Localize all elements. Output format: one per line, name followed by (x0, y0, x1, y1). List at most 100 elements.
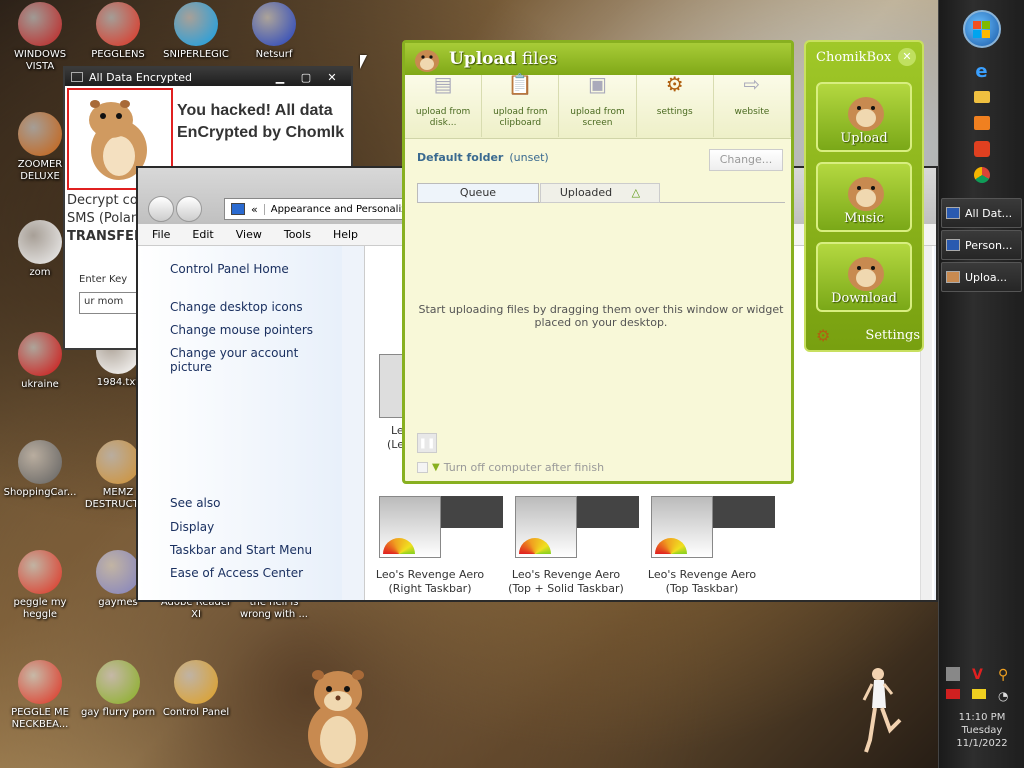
ransom-titlebar[interactable]: All Data Encrypted ▁ ▢ ✕ (65, 68, 351, 86)
menu-tools[interactable]: Tools (284, 228, 311, 241)
screen-upload-icon: ▣ (588, 72, 607, 96)
see-also-link[interactable]: Taskbar and Start Menu (170, 543, 312, 557)
desktop-icon-label: ShoppingCar... (3, 487, 77, 498)
vista-icon (18, 2, 62, 46)
keyboard-icon[interactable] (972, 689, 986, 699)
globe-icon (252, 2, 296, 46)
tab-queue[interactable]: Queue (417, 183, 539, 203)
volume-icon[interactable]: ◔ (998, 689, 1018, 703)
shutdown-checkbox[interactable] (417, 462, 428, 473)
clipboard-upload-icon: 📋 (507, 72, 533, 96)
mouse-cursor (360, 55, 367, 69)
network-icon[interactable] (946, 667, 960, 681)
taskbar-task-label: All Dat... (965, 206, 1013, 220)
chomikbox-widget: ChomikBox ✕ Upload Music Download ⚙ Settin… (804, 40, 924, 352)
peggle-icon (96, 2, 140, 46)
triangle-down-icon: ▼ (432, 462, 440, 473)
desktop-icon[interactable]: WINDOWS VISTA (0, 2, 80, 73)
upload-title-bold: Upload (449, 49, 517, 69)
pause-button[interactable]: ❚❚ (417, 433, 437, 453)
maximize-button[interactable]: ▢ (293, 70, 319, 84)
toolbar-gear[interactable]: ⚙ settings (637, 74, 714, 137)
see-also-link[interactable]: Ease of Access Center (170, 566, 312, 580)
upload-titlebar[interactable]: Upload files (405, 43, 791, 75)
change-folder-button[interactable]: Change... (709, 149, 783, 171)
taskbar-task-label: Person... (965, 238, 1013, 252)
menu-file[interactable]: File (152, 228, 170, 241)
theme-item[interactable]: Leo's Revenge Aero (Right Taskbar) (365, 496, 503, 596)
cb-music-button[interactable]: Music (816, 162, 912, 232)
search-icon[interactable]: ⚲ (998, 667, 1018, 683)
triangle-up-icon: △ (631, 186, 641, 199)
control-panel-icon (174, 660, 218, 704)
weibo-icon[interactable] (969, 136, 995, 162)
back-button[interactable] (148, 196, 174, 222)
shutdown-label: Turn off computer after finish (443, 461, 605, 474)
dancer-decoration (862, 668, 902, 753)
monitor-icon (231, 203, 245, 215)
desktop-icon[interactable]: Netsurf (234, 2, 314, 61)
taskbar-task[interactable]: Person... (941, 230, 1022, 260)
see-also-link[interactable]: Display (170, 520, 312, 534)
radiation-icon (18, 332, 62, 376)
menu-help[interactable]: Help (333, 228, 358, 241)
hamster-desktop-decoration (308, 670, 368, 768)
desktop-icon-label: ukraine (21, 379, 59, 390)
theme-name: Leo's Revenge Aero (647, 568, 757, 581)
decrypt-line-2: SMS (Polan (67, 211, 140, 226)
ransom-decrypt-text: Decrypt cos SMS (Polan TRANSFER (67, 192, 145, 246)
close-icon[interactable]: ✕ (898, 48, 916, 66)
personalize-icon (946, 239, 960, 251)
theme-item[interactable]: Leo's Revenge Aero (Top + Solid Taskbar) (501, 496, 639, 596)
theme-sub: (Top Taskbar) (665, 582, 739, 595)
empty-message: Start uploading files by dragging them o… (418, 303, 784, 329)
toolbar-label: website (734, 107, 770, 117)
cb-settings-row[interactable]: ⚙ Settings (816, 324, 920, 346)
desktop-icon[interactable]: PEGGLE ME NECKBEA... (0, 660, 80, 731)
folder-icon[interactable] (969, 84, 995, 110)
toolbar-label: settings (656, 107, 693, 117)
desktop-icon[interactable]: SNIPERLEGIC (156, 2, 236, 61)
zuma-icon (18, 112, 62, 156)
address-bar[interactable]: « Appearance and Personaliz (224, 198, 414, 220)
desktop-icon[interactable]: PEGGLENS (78, 2, 158, 61)
cb-button-label: Download (831, 291, 897, 306)
breadcrumb: Appearance and Personaliz (263, 203, 407, 215)
minimize-button[interactable]: ▁ (267, 70, 293, 84)
taskbar-task[interactable]: All Dat... (941, 198, 1022, 228)
window-icon (946, 207, 960, 219)
forward-button[interactable] (176, 196, 202, 222)
chomikbox-title: ChomikBox (816, 49, 892, 65)
flag-icon[interactable] (946, 689, 960, 699)
clock-time[interactable]: 11:10 PM (939, 711, 1024, 724)
desktop-icon[interactable]: Control Panel (156, 660, 236, 719)
taskbar-task[interactable]: Uploa... (941, 262, 1022, 292)
menu-view[interactable]: View (236, 228, 262, 241)
peggle-icon (18, 550, 62, 594)
sidebar-link[interactable]: Change desktop icons (170, 300, 342, 314)
hamster-music-icon (848, 177, 884, 211)
ie-icon[interactable]: e (969, 58, 995, 84)
desktop-icon[interactable]: gay flurry porn (78, 660, 158, 719)
media-player-icon[interactable] (969, 110, 995, 136)
tab-uploaded[interactable]: Uploaded △ (540, 183, 660, 203)
sidebar-link[interactable]: Change your account picture (170, 346, 342, 374)
desktop-icon[interactable]: ShoppingCar... (0, 440, 80, 499)
sidebar-link[interactable]: Control Panel Home (170, 262, 342, 276)
desktop-icon[interactable]: peggle my heggle (0, 550, 80, 621)
theme-item[interactable]: Leo's Revenge Aero (Top Taskbar) (637, 496, 775, 596)
cb-download-button[interactable]: Download (816, 242, 912, 312)
cb-upload-button[interactable]: Upload (816, 82, 912, 152)
start-button[interactable] (962, 10, 1001, 48)
toolbar-disk-upload[interactable]: ▤ upload from disk... (405, 74, 483, 137)
menu-edit[interactable]: Edit (192, 228, 213, 241)
toolbar-website[interactable]: ⇨ website (714, 74, 792, 137)
close-button[interactable]: ✕ (319, 70, 345, 84)
toolbar-clipboard-upload[interactable]: 📋 upload from clipboard (482, 72, 560, 137)
chrome-icon[interactable] (969, 162, 995, 188)
hamster-upload-icon (848, 97, 884, 131)
v-icon[interactable]: V (972, 667, 992, 683)
sidebar-link[interactable]: Change mouse pointers (170, 323, 342, 337)
toolbar-screen-upload[interactable]: ▣ upload from screen (559, 72, 637, 137)
upload-window: Upload files ▤ upload from disk... 📋 upload… (402, 40, 794, 484)
